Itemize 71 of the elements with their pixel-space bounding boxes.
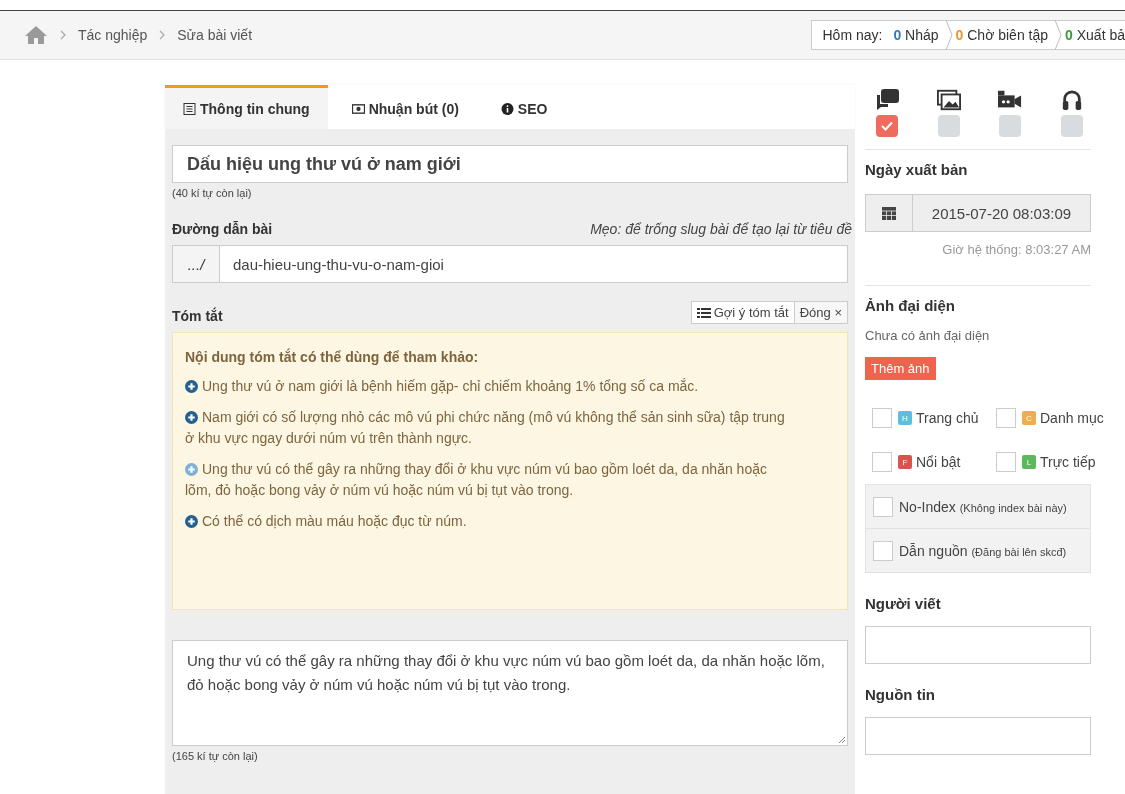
document-icon — [183, 102, 196, 115]
checkbox[interactable] — [872, 408, 892, 428]
stats-label: Hôm nay: — [822, 27, 883, 43]
status-count-link[interactable]: 0 Chờ biên tập — [952, 27, 1055, 43]
calendar-icon[interactable] — [882, 206, 896, 220]
images-icon — [936, 89, 961, 111]
character-counter: (40 kí tự còn lại) — [172, 187, 253, 199]
plus-circle-icon[interactable] — [185, 515, 198, 528]
chevron-icon — [60, 30, 66, 40]
section-heading: Người viết — [865, 595, 942, 612]
section-heading: Nguồn tin — [865, 686, 936, 703]
field-label: Đường dẫn bài — [172, 221, 273, 237]
character-counter: (165 kí tự còn lại) — [172, 750, 259, 762]
slug-prefix: .../ — [173, 246, 220, 282]
chat-bubbles-icon — [875, 89, 899, 111]
slug-field[interactable]: .../ dau-hieu-ung-thu-vu-o-nam-gioi — [172, 245, 848, 283]
source-field[interactable] — [865, 717, 1091, 755]
checkbox-label: Danh mục — [1040, 410, 1104, 426]
system-time: Giờ hệ thống: 8:03:27 AM — [941, 242, 1091, 257]
checkbox-label: Nổi bật — [916, 454, 961, 470]
plus-circle-icon[interactable] — [185, 411, 198, 424]
checkbox[interactable] — [872, 452, 892, 472]
breadcrumb-link[interactable]: Tác nghiệp — [78, 27, 148, 43]
info-icon — [500, 102, 514, 115]
check-icon — [881, 121, 893, 131]
field-label: Tóm tắt — [172, 308, 223, 324]
checkbox[interactable] — [873, 540, 893, 561]
suggestion-text[interactable]: Có thể có dịch màu máu hoặc đục từ núm. — [185, 511, 787, 532]
no-avatar-text: Chưa có ảnh đại diện — [865, 328, 991, 343]
list-icon — [696, 306, 711, 319]
slug-tip: Mẹo: để trống slug bài để tạo lại từ tiêu đề — [590, 221, 852, 237]
summary-textarea[interactable]: Ung thư vú có thể gây ra những thay đổi ở khu vực núm vú bao gồm loét da, da nhăn hoặc lõm, đỏ hoặc bong vảy ở núm vú hoặc núm vú bị tụt vào trong. — [172, 640, 848, 746]
title-field[interactable]: Dấu hiệu ung thư vú ở nam giới — [172, 145, 848, 183]
checkbox[interactable] — [996, 452, 1016, 472]
home-icon[interactable] — [24, 25, 48, 45]
suggestion-heading: Nội dung tóm tắt có thể dùng để tham khảo: — [185, 347, 480, 367]
close-button[interactable]: Đóng × — [794, 301, 848, 324]
tab[interactable]: Nhuận bút (0) — [333, 85, 477, 129]
chevron-icon — [1054, 20, 1063, 50]
checkbox[interactable] — [996, 408, 1016, 428]
banknote-icon — [351, 102, 365, 115]
status-count-link[interactable]: 0 Xuất bả — [1062, 27, 1125, 43]
date-field[interactable]: 2015-07-20 08:03:09 — [865, 194, 1091, 232]
flag-badge: L — [1022, 455, 1036, 469]
checkbox[interactable] — [999, 115, 1022, 137]
checkbox-label: Trực tiếp — [1040, 454, 1096, 470]
breadcrumb-link[interactable]: Sửa bài viết — [177, 27, 253, 43]
chevron-icon — [944, 20, 953, 50]
checkbox[interactable] — [937, 115, 960, 137]
suggestion-text[interactable]: Ung thư vú có thể gây ra những thay đổi ở khu vực núm vú bao gồm loét da, da nhăn hoặc lõm, đỏ hoặc bong vảy ở núm vú hoặc núm vú bị tụt vào trong. — [185, 459, 787, 501]
suggestion-text[interactable]: Nam giới có số lượng nhỏ các mô vú phi chức năng (mô vú không thể sản sinh sữa) tập trung ở khu vực ngay dưới núm vú trên thành ngực. — [185, 407, 787, 449]
checkbox[interactable] — [876, 115, 898, 137]
flag-badge: C — [1022, 411, 1036, 425]
status-count-link[interactable]: 0 Nháp — [890, 27, 945, 43]
resize-handle-icon[interactable] — [838, 736, 846, 744]
checkbox-label: No-Index (Không index bài này) — [899, 498, 1067, 515]
section-heading: Ảnh đại diện — [865, 297, 956, 314]
checkbox[interactable] — [1060, 115, 1083, 137]
tab[interactable]: SEO — [482, 85, 566, 129]
suggest-summary-button[interactable]: Gợi ý tóm tắt — [690, 301, 795, 324]
checkbox-label: Trang chủ — [916, 410, 979, 426]
section-heading: Ngày xuất bản — [865, 161, 969, 178]
suggestion-text[interactable]: Ung thư vú ở nam giới là bệnh hiếm gặp- chỉ chiếm khoảng 1% tổng số ca mắc. — [185, 376, 787, 397]
flag-badge: H — [898, 411, 912, 425]
flag-badge: F — [898, 455, 912, 469]
author-field[interactable] — [865, 626, 1091, 664]
chevron-icon — [159, 30, 166, 40]
plus-circle-icon[interactable] — [185, 380, 198, 393]
tab[interactable]: Thông tin chung — [165, 85, 328, 129]
checkbox[interactable] — [873, 496, 893, 517]
checkbox-label: Dẫn nguồn (Đăng bài lên skcđ) — [899, 542, 1067, 559]
